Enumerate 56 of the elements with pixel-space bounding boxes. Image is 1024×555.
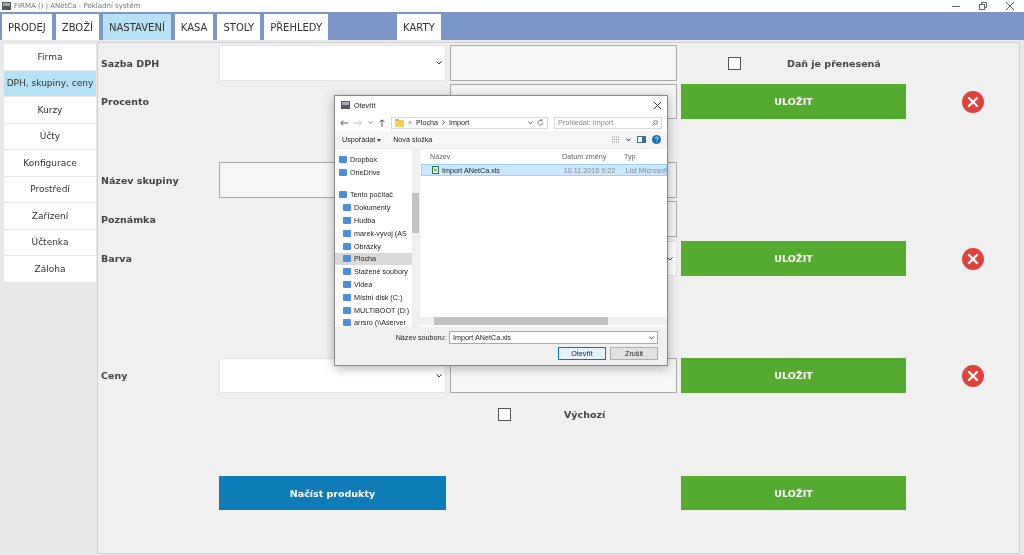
field-label: Poznámka	[101, 213, 157, 225]
chevron-down-icon	[436, 61, 442, 65]
caret-icon	[377, 139, 382, 142]
sidebar-item[interactable]: Účtenka	[4, 229, 96, 255]
nav-tab[interactable]: ZBOŽÍ	[55, 14, 100, 40]
sidebar-item[interactable]: Konfigurace	[4, 150, 96, 176]
checkbox[interactable]	[498, 407, 511, 421]
chevron-down-icon[interactable]	[528, 120, 533, 125]
search-icon	[652, 119, 658, 126]
sidebar-item[interactable]: DPH, skupiny, ceny	[4, 70, 96, 96]
spreadsheet-icon	[432, 166, 439, 174]
load-products-button[interactable]: Načíst produkty	[219, 476, 446, 510]
sidebar-item[interactable]: Kurzy	[4, 97, 96, 123]
field-label: Název skupiny	[101, 174, 180, 186]
chevron-right-icon	[442, 120, 445, 125]
app-icon	[2, 2, 11, 10]
field-label: Procento	[101, 96, 151, 107]
nav-tab[interactable]: STOLY	[217, 14, 261, 40]
close-icon[interactable]	[654, 101, 661, 109]
nav-tab[interactable]: NASTAVENÍ	[103, 14, 171, 40]
view-icon[interactable]	[612, 136, 620, 143]
sidebar-item[interactable]: Firma	[4, 44, 96, 70]
close-icon[interactable]	[1006, 2, 1014, 10]
field-label: Sazba DPH	[101, 57, 161, 69]
input-field[interactable]	[450, 45, 677, 81]
nav-tab[interactable]: KARTY	[397, 14, 441, 40]
preview-pane-icon[interactable]	[637, 136, 646, 143]
field-label: Barva	[101, 253, 133, 264]
chevron-down-icon	[667, 256, 673, 261]
help-icon[interactable]	[652, 135, 661, 144]
chevron-down-icon	[436, 373, 442, 378]
refresh-icon[interactable]	[537, 119, 544, 126]
sidebar-item[interactable]: Prostředí	[4, 176, 96, 202]
vertical-scrollbar[interactable]	[412, 149, 419, 327]
nav-tab[interactable]: KASA	[174, 14, 214, 40]
horizontal-scrollbar[interactable]	[420, 317, 667, 325]
restore-icon[interactable]	[979, 2, 987, 10]
dialog-icon	[341, 101, 350, 109]
delete-icon[interactable]	[962, 247, 984, 270]
checkbox[interactable]	[728, 56, 741, 70]
chevron-down-icon[interactable]	[626, 137, 631, 142]
chevron-down-icon	[649, 335, 654, 340]
field-label: Ceny	[101, 370, 129, 381]
folder-icon	[395, 118, 404, 127]
nav-tab[interactable]: PRODEJ	[2, 14, 52, 40]
chevron-down-icon[interactable]	[368, 120, 373, 125]
delete-icon[interactable]	[962, 90, 984, 113]
nav-tab[interactable]: PŘEHLEDY	[264, 14, 329, 40]
sidebar-item[interactable]: Zařízení	[4, 203, 96, 229]
checkbox-label: Výchozí	[564, 408, 606, 420]
delete-icon[interactable]	[962, 364, 984, 387]
checkbox-label: Daň je přenesená	[787, 57, 881, 69]
sidebar-item[interactable]: Účty	[4, 123, 96, 149]
back-arrow-icon[interactable]	[340, 119, 348, 126]
up-arrow-icon[interactable]	[379, 118, 385, 127]
sidebar-item[interactable]: Záloha	[4, 256, 96, 282]
